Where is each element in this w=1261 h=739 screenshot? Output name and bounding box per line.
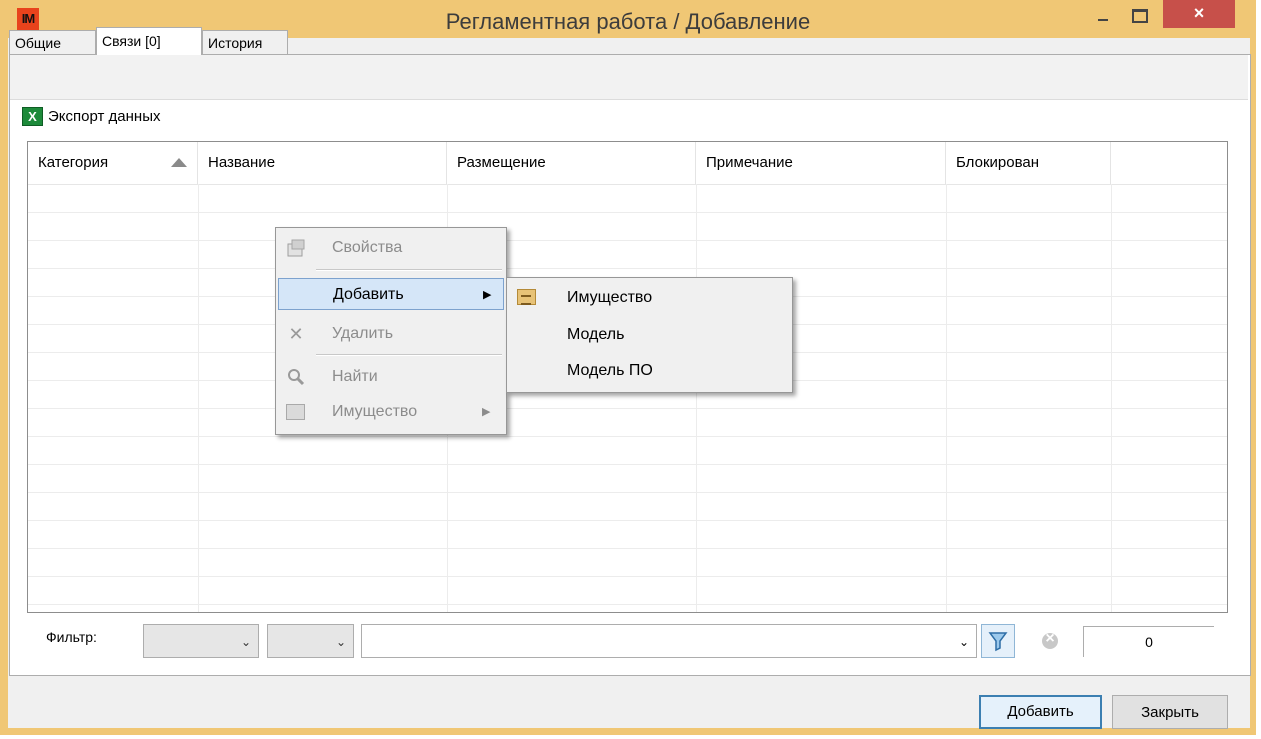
folder-icon <box>517 289 536 305</box>
menu-item-label: Имущество <box>332 403 418 420</box>
tab-general[interactable]: Общие <box>9 30 96 54</box>
tab-links[interactable]: Связи [0] <box>96 27 202 55</box>
grid-header: Категория Название Размещение Примечание… <box>28 142 1227 185</box>
close-window-button[interactable]: × <box>1163 0 1235 28</box>
grid-row-line <box>28 240 1227 241</box>
submenu-item-label: Модель ПО <box>567 362 653 379</box>
menu-separator <box>316 354 502 356</box>
properties-icon <box>286 238 306 258</box>
record-count: 0 <box>1083 626 1214 657</box>
menu-item-label: Добавить <box>333 286 404 303</box>
grid-row-line <box>28 408 1227 409</box>
export-data-button[interactable]: X Экспорт данных <box>22 104 160 128</box>
clear-filter-button[interactable] <box>1036 627 1064 655</box>
tab-history[interactable]: История <box>202 30 288 54</box>
grid-row-line <box>28 268 1227 269</box>
close-button[interactable]: Закрыть <box>1112 695 1228 729</box>
filter-value-input[interactable]: ⌄ <box>361 624 977 658</box>
menu-item-find[interactable]: Найти <box>278 361 504 393</box>
export-data-label: Экспорт данных <box>48 107 161 125</box>
chevron-down-icon: ⌄ <box>240 635 251 649</box>
menu-item-add[interactable]: Добавить ▶ <box>278 278 504 310</box>
submenu-item-label: Имущество <box>567 289 653 306</box>
apply-filter-button[interactable] <box>981 624 1015 658</box>
menu-item-label: Свойства <box>332 239 403 256</box>
minimize-button[interactable] <box>1085 0 1121 30</box>
search-icon <box>286 367 306 387</box>
submenu-arrow-icon: ▶ <box>482 406 491 418</box>
submenu-item-label: Модель <box>567 326 625 343</box>
folder-icon <box>286 404 305 420</box>
grid-row-line <box>28 576 1227 577</box>
filter-field-combo[interactable]: ⌄ <box>143 624 259 658</box>
toolbar <box>10 55 1248 100</box>
column-header-name[interactable]: Название <box>198 142 447 184</box>
add-submenu: Имущество Модель Модель ПО <box>506 277 793 393</box>
menu-item-property[interactable]: Имущество ▶ <box>278 396 504 428</box>
submenu-arrow-icon: ▶ <box>483 289 492 301</box>
menu-item-delete[interactable]: ✕ Удалить <box>278 318 504 350</box>
submenu-item-model[interactable]: Модель <box>509 317 789 353</box>
column-header-note[interactable]: Примечание <box>696 142 946 184</box>
grid-row-line <box>28 520 1227 521</box>
context-menu: Свойства Добавить ▶ ✕ Удалить Найти Имущ… <box>275 227 507 435</box>
maximize-button[interactable] <box>1121 0 1157 30</box>
menu-item-properties[interactable]: Свойства <box>278 232 504 264</box>
grid-row-line <box>28 464 1227 465</box>
column-header-blocked[interactable]: Блокирован <box>946 142 1111 184</box>
chevron-down-icon: ⌄ <box>335 635 346 649</box>
menu-item-label: Найти <box>332 368 378 385</box>
excel-icon: X <box>22 106 43 126</box>
grid-row-line <box>28 492 1227 493</box>
filter-operator-combo[interactable]: ⌄ <box>267 624 354 658</box>
grid-row-line <box>28 212 1227 213</box>
delete-icon: ✕ <box>288 324 304 344</box>
grid-row-line <box>28 436 1227 437</box>
filter-label: Фильтр: <box>46 629 97 645</box>
add-button[interactable]: Добавить <box>979 695 1102 729</box>
chevron-down-icon: ⌄ <box>958 635 969 649</box>
sort-ascending-icon <box>171 158 187 167</box>
submenu-item-software-model[interactable]: Модель ПО <box>509 353 789 389</box>
funnel-icon <box>988 632 1008 652</box>
grid-row-line <box>28 604 1227 605</box>
column-header-location[interactable]: Размещение <box>447 142 696 184</box>
grid-row-line <box>28 548 1227 549</box>
menu-separator <box>316 269 502 271</box>
menu-item-label: Удалить <box>332 325 394 342</box>
submenu-item-property[interactable]: Имущество <box>509 280 789 316</box>
